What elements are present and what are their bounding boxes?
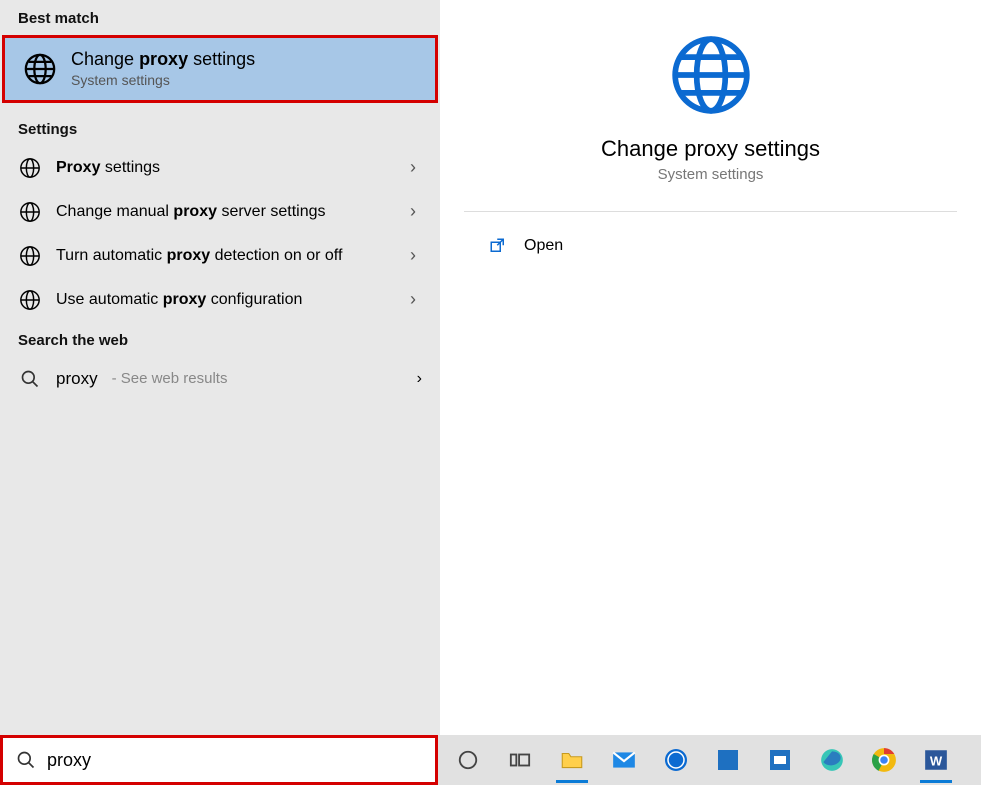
taskbar-cortana[interactable] (444, 740, 492, 780)
svg-text:W: W (930, 753, 943, 768)
chevron-right-icon: › (404, 157, 422, 178)
chevron-right-icon: › (404, 201, 422, 222)
taskbar-chrome[interactable] (860, 740, 908, 780)
search-bar[interactable] (0, 735, 438, 785)
app-icon (766, 746, 794, 774)
settings-result-proxy-settings[interactable]: Proxy settings › (0, 146, 440, 190)
detail-subtitle: System settings (658, 166, 764, 183)
globe-icon (18, 244, 42, 268)
globe-icon (18, 156, 42, 180)
app-icon (714, 746, 742, 774)
globe-icon (23, 52, 57, 86)
web-header: Search the web (0, 322, 440, 357)
edge-icon (818, 746, 846, 774)
open-label: Open (524, 237, 563, 255)
taskbar-app-tile-1[interactable] (704, 740, 752, 780)
search-input[interactable] (47, 750, 423, 771)
taskbar: W (438, 735, 981, 785)
taskbar-dell[interactable] (652, 740, 700, 780)
globe-icon (18, 288, 42, 312)
chevron-right-icon: › (417, 370, 422, 388)
settings-result-label: Turn automatic proxy detection on or off (56, 246, 390, 266)
open-action[interactable]: Open (440, 212, 981, 280)
chevron-right-icon: › (404, 289, 422, 310)
taskbar-app-tile-2[interactable] (756, 740, 804, 780)
dell-icon (662, 746, 690, 774)
word-icon: W (922, 746, 950, 774)
search-icon (15, 749, 37, 771)
result-detail-panel: Change proxy settings System settings Op… (440, 0, 981, 735)
folder-icon (558, 746, 586, 774)
taskbar-edge[interactable] (808, 740, 856, 780)
taskbar-word[interactable]: W (912, 740, 960, 780)
mail-icon (610, 746, 638, 774)
taskbar-file-explorer[interactable] (548, 740, 596, 780)
settings-result-label: Proxy settings (56, 158, 390, 178)
best-match-title: Change proxy settings (71, 48, 255, 71)
open-icon (488, 236, 508, 256)
web-search-result[interactable]: proxy - See web results › (0, 357, 440, 401)
detail-title: Change proxy settings (601, 136, 820, 162)
search-icon (18, 367, 42, 391)
settings-result-label: Change manual proxy server settings (56, 202, 390, 222)
circle-icon (454, 746, 482, 774)
best-match-result[interactable]: Change proxy settings System settings (2, 35, 438, 103)
taskbar-mail[interactable] (600, 740, 648, 780)
best-match-header: Best match (0, 0, 440, 35)
web-suffix: - See web results (112, 370, 228, 387)
chrome-icon (870, 746, 898, 774)
globe-icon (668, 32, 754, 118)
chevron-right-icon: › (404, 245, 422, 266)
settings-result-label: Use automatic proxy configuration (56, 290, 390, 310)
settings-result-auto-config[interactable]: Use automatic proxy configuration › (0, 278, 440, 322)
web-query: proxy (56, 369, 98, 389)
task-view-icon (506, 746, 534, 774)
taskbar-task-view[interactable] (496, 740, 544, 780)
settings-header: Settings (0, 111, 440, 146)
globe-icon (18, 200, 42, 224)
best-match-subtitle: System settings (71, 71, 255, 89)
settings-result-auto-detection[interactable]: Turn automatic proxy detection on or off… (0, 234, 440, 278)
search-results-panel: Best match Change proxy settings System … (0, 0, 440, 735)
settings-result-manual-proxy[interactable]: Change manual proxy server settings › (0, 190, 440, 234)
